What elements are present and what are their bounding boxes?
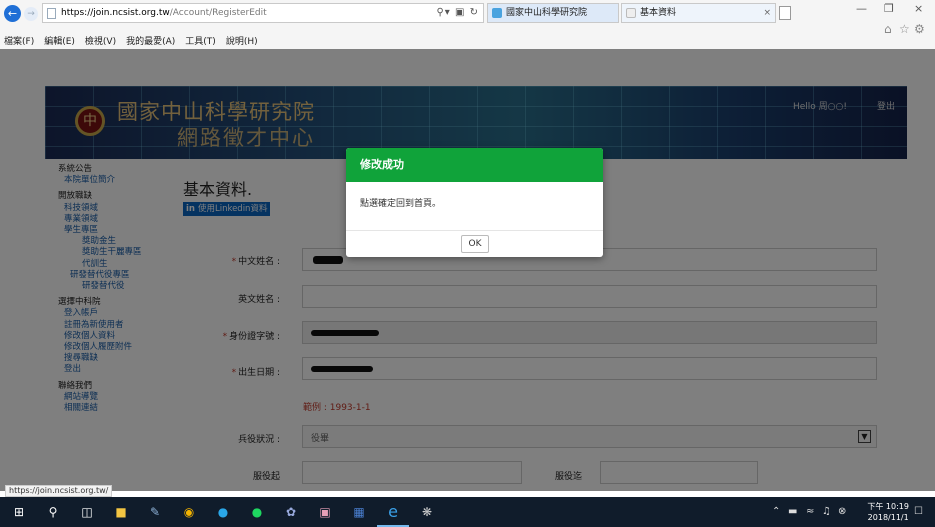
page-icon xyxy=(47,8,56,19)
chrome-icon[interactable]: ◉ xyxy=(180,503,198,521)
address-tools[interactable]: ⚲▾ ▣ ↻ xyxy=(436,7,479,18)
forward-arrow-icon[interactable]: → xyxy=(24,7,38,21)
volume-icon[interactable]: ♫ xyxy=(822,506,831,517)
dialog-title: 修改成功 xyxy=(346,148,603,182)
chevron-up-icon[interactable]: ⌃ xyxy=(772,506,780,517)
pen-app-icon[interactable]: ✎ xyxy=(146,503,164,521)
settings-gear-icon[interactable]: ⚙ xyxy=(914,22,925,36)
address-url: https://join.ncsist.org.tw/Account/Regis… xyxy=(61,8,267,18)
favorites-star-icon[interactable]: ☆ xyxy=(899,22,910,36)
tab-basic-info[interactable]: 基本資料 × xyxy=(621,3,776,23)
home-icon[interactable]: ⌂ xyxy=(884,22,892,36)
minimize-icon[interactable]: — xyxy=(856,2,867,15)
start-windows-icon[interactable]: ⊞ xyxy=(10,503,28,521)
close-window-icon[interactable]: × xyxy=(914,2,923,15)
address-bar[interactable]: https://join.ncsist.org.tw/Account/Regis… xyxy=(42,3,484,23)
menu-view[interactable]: 檢視(V) xyxy=(85,37,116,47)
menu-help[interactable]: 說明(H) xyxy=(226,37,258,47)
menu-tools[interactable]: 工具(T) xyxy=(185,37,216,47)
word-icon[interactable]: ▦ xyxy=(350,503,368,521)
menu-favorites[interactable]: 我的最愛(A) xyxy=(126,37,175,47)
clock-time: 下午 10:19 xyxy=(867,502,909,511)
taskbar: ⊞ ⚲ ◫ ■ ✎ ◉ ● ● ✿ ▣ ▦ e ❋ ⌃ ▬ ≈ ♫ ⊗ 下午 1… xyxy=(0,497,935,527)
skype-icon[interactable]: ● xyxy=(214,503,232,521)
tab-ncsist-home[interactable]: 國家中山科學研究院 xyxy=(487,3,619,23)
search-icon[interactable]: ⚲ xyxy=(44,503,62,521)
task-view-icon[interactable]: ◫ xyxy=(78,503,96,521)
notification-badge-icon[interactable]: ⊗ xyxy=(838,506,846,517)
ok-button[interactable]: OK xyxy=(461,235,489,253)
taskbar-clock[interactable]: 下午 10:19 2018/11/1 xyxy=(867,501,909,523)
app-icon[interactable]: ✿ xyxy=(282,503,300,521)
battery-icon[interactable]: ▬ xyxy=(788,506,797,517)
status-url: https://join.ncsist.org.tw/ xyxy=(5,485,113,497)
tab-label: 基本資料 xyxy=(640,8,677,18)
back-arrow-icon[interactable]: ← xyxy=(4,5,21,22)
menu-edit[interactable]: 編輯(E) xyxy=(44,37,75,47)
file-explorer-icon[interactable]: ■ xyxy=(112,503,130,521)
new-tab-icon[interactable] xyxy=(779,6,791,20)
browser-chrome: ← → https://join.ncsist.org.tw/Account/R… xyxy=(0,0,935,49)
restore-icon[interactable]: ❐ xyxy=(884,2,894,15)
tab-label: 國家中山科學研究院 xyxy=(506,8,588,18)
browser-app-icon[interactable]: ❋ xyxy=(418,503,436,521)
success-dialog: 修改成功 點選確定回到首頁。 OK xyxy=(346,148,603,257)
dialog-message: 點選確定回到首頁。 xyxy=(360,199,442,209)
clock-date: 2018/11/1 xyxy=(867,513,909,522)
lock-icon[interactable]: ▣ xyxy=(455,7,465,18)
site-favicon-icon xyxy=(492,8,502,18)
action-center-icon[interactable]: ☐ xyxy=(914,506,923,517)
dialog-footer: OK xyxy=(346,230,603,257)
wifi-icon[interactable]: ≈ xyxy=(806,506,814,517)
menu-file[interactable]: 檔案(F) xyxy=(4,37,34,47)
page-content: 中 國家中山科學研究院 網路徵才中心 Hello 周○○! 登出 系統公告本院單… xyxy=(0,49,935,491)
page-favicon-icon xyxy=(626,8,636,18)
spotify-icon[interactable]: ● xyxy=(248,503,266,521)
close-tab-icon[interactable]: × xyxy=(763,4,771,22)
refresh-icon[interactable]: ↻ xyxy=(470,7,479,18)
menu-bar: 檔案(F) 編輯(E) 檢視(V) 我的最愛(A) 工具(T) 說明(H) xyxy=(0,35,935,49)
url-host: https://join.ncsist.org.tw xyxy=(61,8,170,18)
search-icon[interactable]: ⚲ xyxy=(436,7,444,18)
url-path: /Account/RegisterEdit xyxy=(169,8,267,18)
internet-explorer-icon[interactable]: e xyxy=(377,503,409,527)
photos-icon[interactable]: ▣ xyxy=(316,503,334,521)
modal-backdrop[interactable] xyxy=(0,49,935,491)
